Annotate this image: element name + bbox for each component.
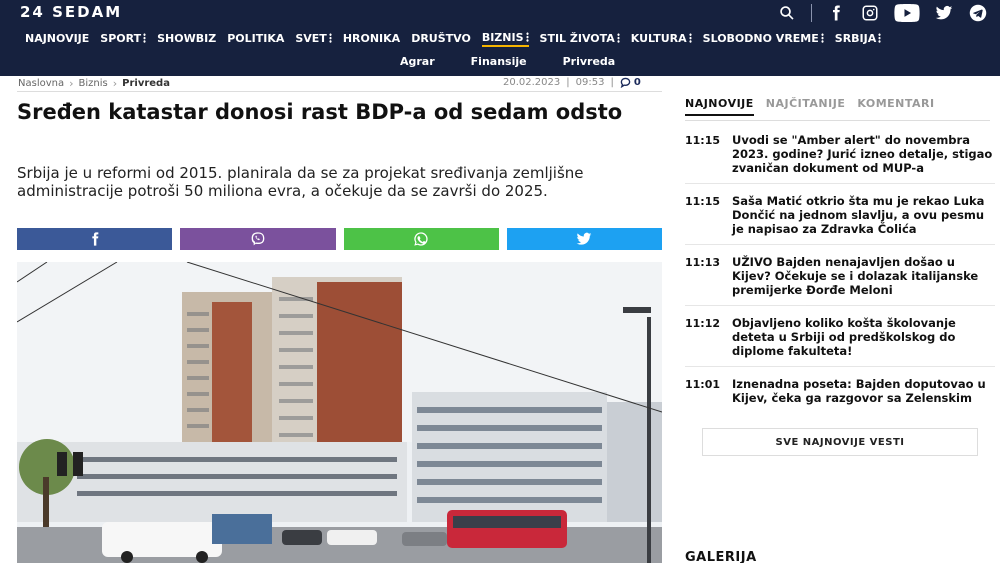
subnav-item-finansije[interactable]: Finansije [471, 55, 527, 68]
meta-separator: | [566, 77, 570, 88]
comment-bubble-icon [620, 77, 631, 88]
telegram-icon[interactable] [968, 3, 988, 23]
nav-item-slobodno-vreme[interactable]: SLOBODNO VREME [703, 31, 824, 47]
share-bar [17, 228, 662, 250]
share-viber-button[interactable] [180, 228, 336, 250]
subnav-item-agrar[interactable]: Agrar [400, 55, 435, 68]
divider [685, 120, 990, 121]
latest-news-list: 11:15 Uvodi se "Amber alert" do novembra… [685, 133, 995, 423]
more-dots-icon[interactable] [328, 33, 332, 43]
nav-label: STIL ŽIVOTA [539, 31, 615, 45]
news-time: 11:13 [685, 256, 721, 269]
news-title[interactable]: Saša Matić otkrio šta mu je rekao Luka D… [732, 194, 995, 236]
facebook-icon[interactable] [826, 3, 846, 23]
comments-link[interactable]: 0 [620, 77, 641, 88]
twitter-icon[interactable] [934, 3, 954, 23]
news-time: 11:15 [685, 195, 721, 208]
nav-label: HRONIKA [342, 31, 401, 45]
share-facebook-button[interactable] [17, 228, 173, 250]
nav-label: KULTURA [630, 31, 687, 45]
facebook-icon [91, 232, 98, 246]
gallery-heading: GALERIJA [685, 550, 757, 563]
whatsapp-icon [414, 232, 428, 246]
site-header: 24 SEDAM NAJNOVIJE SPORT SHOWBIZ POLITIK… [0, 0, 1000, 76]
list-item[interactable]: 11:01 Iznenadna poseta: Bajden doputovao… [685, 377, 995, 413]
instagram-icon[interactable] [860, 3, 880, 23]
article-date: 20.02.2023 [503, 77, 561, 88]
more-dots-icon[interactable] [143, 33, 147, 43]
article-title: Sređen katastar donosi rast BDP-a od sed… [17, 100, 623, 124]
tab-najcitanije[interactable]: NAJČITANIJE [766, 97, 846, 116]
all-news-button[interactable]: SVE NAJNOVIJE VESTI [702, 428, 978, 456]
news-title[interactable]: Iznenadna poseta: Bajden doputovao u Kij… [732, 377, 995, 405]
nav-item-najnovije[interactable]: NAJNOVIJE [25, 31, 89, 47]
news-title[interactable]: Uvodi se "Amber alert" do novembra 2023.… [732, 133, 995, 175]
comments-count: 0 [633, 77, 641, 88]
nav-label: SPORT [100, 31, 142, 45]
nav-item-sport[interactable]: SPORT [100, 31, 147, 47]
nav-label: BIZNIS [481, 30, 524, 44]
viber-icon [251, 232, 265, 246]
site-logo[interactable]: 24 SEDAM [20, 3, 122, 21]
nav-item-politika[interactable]: POLITIKA [227, 31, 284, 47]
tab-komentari[interactable]: KOMENTARI [857, 97, 934, 116]
breadcrumb-privreda[interactable]: Privreda [122, 78, 170, 89]
nav-label: NAJNOVIJE [25, 31, 90, 45]
nav-label: SRBIJA [834, 31, 877, 45]
article-image [17, 262, 662, 563]
subnav-item-privreda[interactable]: Privreda [563, 55, 616, 68]
nav-label: SVET [295, 31, 327, 45]
tab-najnovije[interactable]: NAJNOVIJE [685, 97, 754, 116]
article-lead: Srbija je u reformi od 2015. planirala d… [17, 164, 584, 200]
breadcrumb-biznis[interactable]: Biznis [79, 78, 108, 89]
share-twitter-button[interactable] [506, 228, 662, 250]
nav-item-stil-zivota[interactable]: STIL ŽIVOTA [540, 31, 620, 47]
nav-item-srbija[interactable]: SRBIJA [834, 31, 882, 47]
main-nav: NAJNOVIJE SPORT SHOWBIZ POLITIKA SVET HR… [25, 31, 892, 47]
chevron-right-icon: › [69, 77, 74, 90]
article-meta: 20.02.2023 | 09:53 | 0 [503, 77, 641, 88]
list-item[interactable]: 11:12 Objavljeno koliko košta školovanje… [685, 316, 995, 367]
news-time: 11:01 [685, 378, 721, 391]
news-time: 11:12 [685, 317, 721, 330]
nav-label: SHOWBIZ [157, 31, 217, 45]
news-title[interactable]: Objavljeno koliko košta školovanje detet… [732, 316, 995, 358]
nav-item-drustvo[interactable]: DRUŠTVO [411, 31, 471, 47]
youtube-icon[interactable] [894, 3, 920, 23]
list-item[interactable]: 11:15 Saša Matić otkrio šta mu je rekao … [685, 194, 995, 245]
more-dots-icon[interactable] [525, 32, 529, 42]
nav-item-biznis[interactable]: BIZNIS [481, 30, 529, 47]
header-icons [777, 3, 988, 23]
chevron-right-icon: › [112, 77, 118, 90]
more-dots-icon[interactable] [820, 33, 824, 43]
meta-separator: | [610, 77, 614, 88]
breadcrumb: Naslovna › Biznis › Privreda [18, 77, 170, 90]
more-dots-icon[interactable] [616, 33, 620, 43]
list-item[interactable]: 11:15 Uvodi se "Amber alert" do novembra… [685, 133, 995, 184]
list-item[interactable]: 11:13 UŽIVO Bajden nenajavljen došao u K… [685, 255, 995, 306]
sub-nav: Agrar Finansije Privreda [400, 55, 615, 68]
header-divider [811, 4, 812, 22]
nav-item-svet[interactable]: SVET [295, 31, 332, 47]
nav-label: DRUŠTVO [411, 31, 471, 45]
more-dots-icon[interactable] [878, 33, 882, 43]
twitter-icon [577, 232, 592, 245]
search-icon[interactable] [777, 3, 797, 23]
nav-item-showbiz[interactable]: SHOWBIZ [157, 31, 216, 47]
nav-item-hronika[interactable]: HRONIKA [343, 31, 400, 47]
article-time: 09:53 [575, 77, 605, 88]
breadcrumb-home[interactable]: Naslovna [18, 78, 64, 89]
news-title[interactable]: UŽIVO Bajden nenajavljen došao u Kijev? … [732, 255, 995, 297]
nav-label: POLITIKA [227, 31, 285, 45]
divider [17, 91, 662, 92]
news-time: 11:15 [685, 134, 721, 147]
more-dots-icon[interactable] [688, 33, 692, 43]
sidebar-tabs: NAJNOVIJE NAJČITANIJE KOMENTARI [685, 97, 947, 116]
nav-label: SLOBODNO VREME [702, 31, 819, 45]
share-whatsapp-button[interactable] [343, 228, 499, 250]
nav-item-kultura[interactable]: KULTURA [631, 31, 692, 47]
